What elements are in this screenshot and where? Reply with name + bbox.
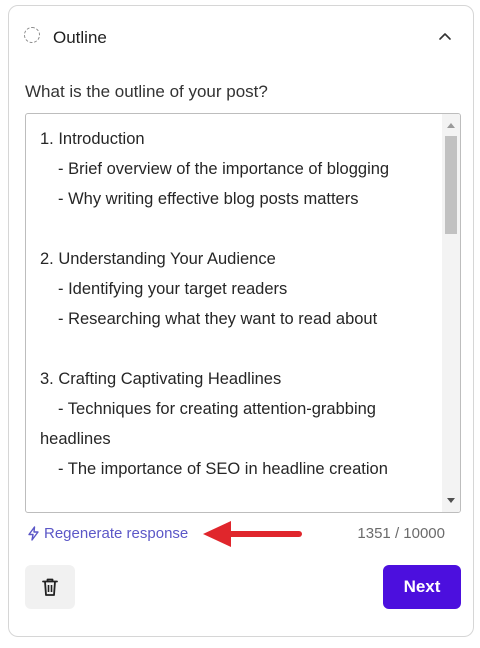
outline-line: - The importance of SEO in headline crea… bbox=[58, 460, 388, 478]
dashed-circle-icon bbox=[24, 27, 40, 43]
scroll-down-arrow-icon[interactable] bbox=[447, 498, 455, 503]
character-counter: 1351 / 10000 bbox=[357, 525, 445, 542]
trash-icon bbox=[42, 578, 58, 596]
lightning-bolt-icon bbox=[28, 526, 39, 541]
outline-line: 3. Crafting Captivating Headlines bbox=[40, 370, 282, 388]
outline-line: - Techniques for creating attention-grab… bbox=[58, 400, 376, 418]
chevron-up-icon[interactable] bbox=[437, 28, 453, 44]
section-title: Outline bbox=[53, 28, 107, 47]
outline-line: 1. Introduction bbox=[40, 130, 145, 148]
outline-card: Outline What is the outline of your post… bbox=[8, 5, 474, 637]
scroll-thumb[interactable] bbox=[445, 136, 457, 234]
outline-line: - Researching what they want to read abo… bbox=[58, 310, 378, 328]
next-button[interactable]: Next bbox=[383, 565, 461, 609]
delete-button[interactable] bbox=[25, 565, 75, 609]
outline-question-label: What is the outline of your post? bbox=[25, 82, 268, 101]
regenerate-label: Regenerate response bbox=[44, 525, 189, 542]
textarea-scrollbar[interactable] bbox=[442, 114, 460, 512]
outline-line: - Why writing effective blog posts matte… bbox=[58, 190, 359, 208]
outline-line: - Identifying your target readers bbox=[58, 280, 288, 298]
outline-line: 2. Understanding Your Audience bbox=[40, 250, 276, 268]
regenerate-response-link[interactable]: Regenerate response bbox=[27, 525, 188, 542]
outline-header[interactable]: Outline bbox=[9, 6, 473, 70]
scroll-up-arrow-icon[interactable] bbox=[447, 123, 455, 128]
outline-line: headlines bbox=[40, 430, 111, 448]
red-arrow-annotation bbox=[203, 521, 302, 547]
outline-line: - Brief overview of the importance of bl… bbox=[58, 160, 390, 178]
outline-textarea[interactable]: 1. Introduction - Brief overview of the i… bbox=[25, 113, 461, 513]
outline-text[interactable]: 1. Introduction - Brief overview of the i… bbox=[40, 124, 434, 484]
